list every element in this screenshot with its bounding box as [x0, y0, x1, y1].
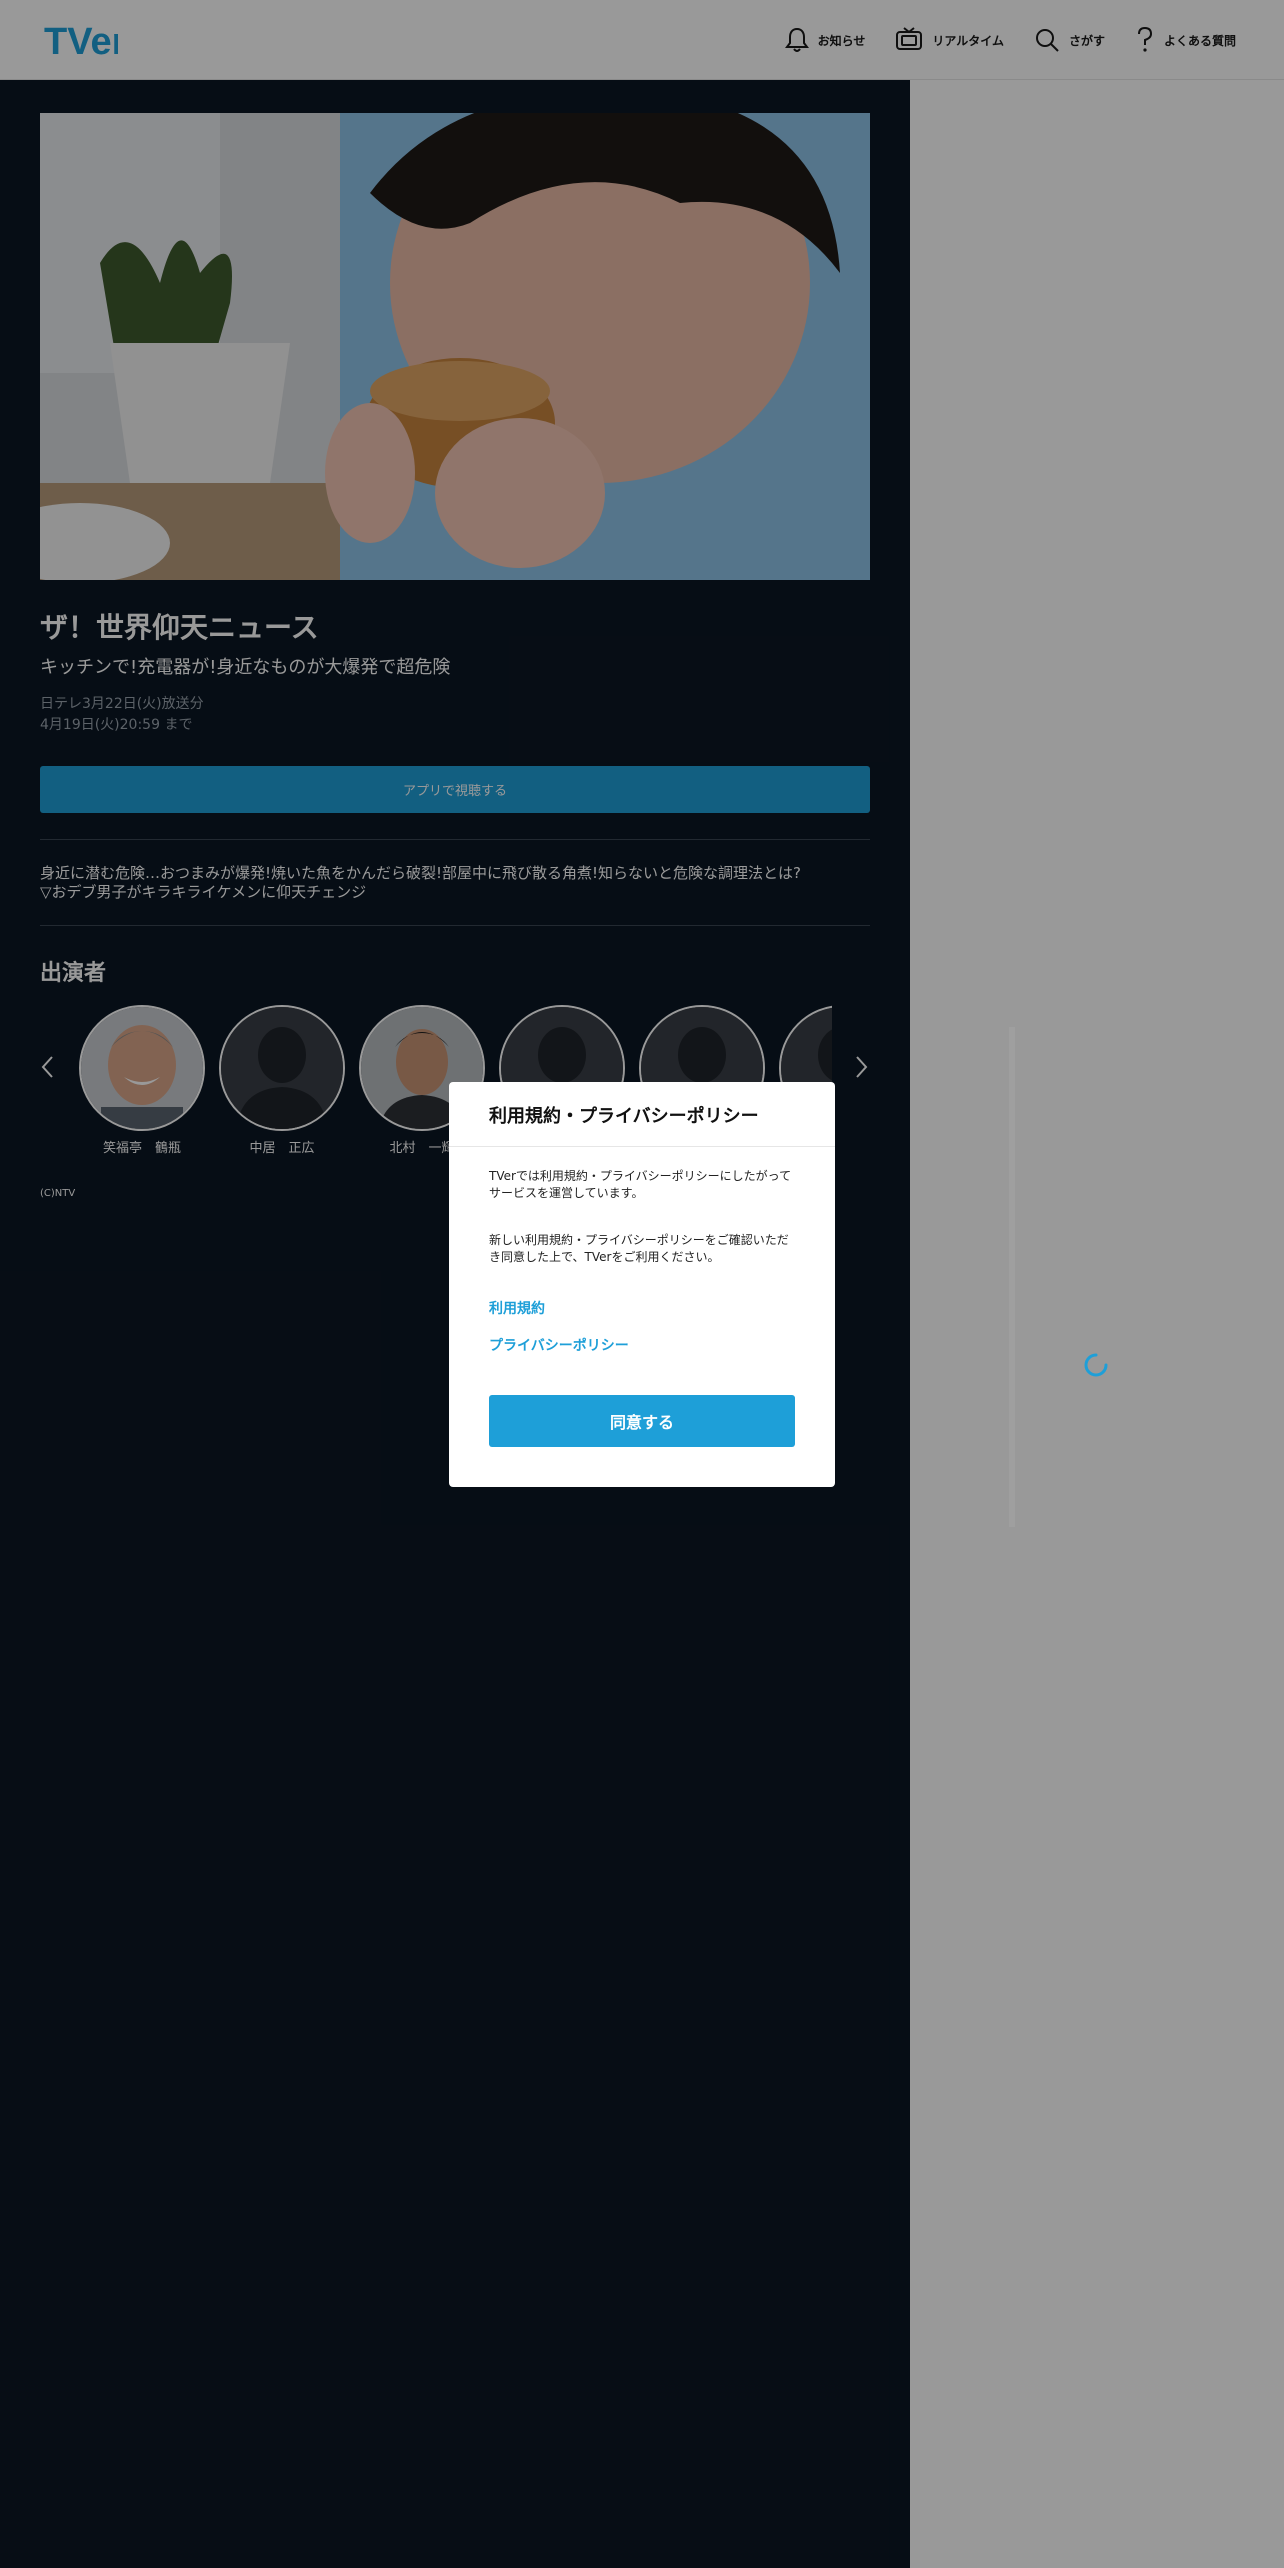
- agree-button[interactable]: 同意する: [489, 1395, 795, 1447]
- modal-text: 新しい利用規約・プライバシーポリシーをご確認いただき同意した上で、TVerをご利…: [489, 1233, 789, 1264]
- modal-divider: [449, 1146, 835, 1147]
- modal-text: TVerでは利用規約・プライバシーポリシーにしたがってサービスを運営しています。: [489, 1169, 792, 1200]
- background-panel-edge: [1009, 1027, 1015, 1527]
- terms-link[interactable]: 利用規約: [489, 1298, 545, 1318]
- loading-spinner-icon: [1084, 1353, 1108, 1377]
- modal-title: 利用規約・プライバシーポリシー: [489, 1106, 759, 1127]
- privacy-policy-link[interactable]: プライバシーポリシー: [489, 1335, 629, 1355]
- terms-modal: 利用規約・プライバシーポリシー TVerでは利用規約・プライバシーポリシーにした…: [449, 1082, 835, 1487]
